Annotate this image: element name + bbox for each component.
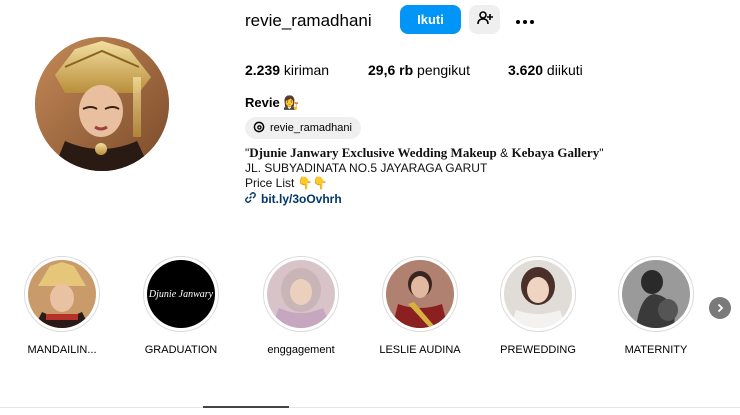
followers-count[interactable]: 29,6 rb pengikut: [368, 61, 470, 79]
highlight-thumbnail: [504, 260, 572, 328]
threads-badge[interactable]: revie_ramadhani: [245, 117, 361, 139]
highlight-item[interactable]: LESLIE AUDINA: [375, 256, 465, 357]
profile-bio: "Djunie Janwary Exclusive Wedding Makeup…: [245, 145, 715, 207]
add-person-icon: [476, 10, 493, 29]
profile-username: revie_ramadhani: [245, 11, 372, 30]
follow-button[interactable]: Ikuti: [400, 5, 461, 34]
more-options-button[interactable]: [512, 8, 538, 32]
highlight-label: LESLIE AUDINA: [379, 344, 461, 356]
highlight-item[interactable]: PREWEDDING: [493, 256, 583, 357]
highlight-label: MATERNITY: [624, 344, 688, 356]
highlight-thumbnail: [622, 260, 690, 328]
threads-icon: [253, 121, 265, 136]
highlight-label: MANDAILIN...: [27, 344, 97, 356]
threads-handle: revie_ramadhani: [270, 122, 352, 134]
bio-line-pricelist: Price List 👇👇: [245, 176, 328, 190]
suggest-accounts-button[interactable]: [469, 5, 500, 34]
highlight-item[interactable]: Djunie Janwary GRADUATION: [136, 256, 226, 357]
highlight-logo-text: Djunie Janwary: [148, 288, 214, 300]
highlight-label: enggagement: [267, 344, 335, 356]
bio-line-address: JL. SUBYADINATA NO.5 JAYARAGA GARUT: [245, 161, 488, 175]
following-count[interactable]: 3.620 diikuti: [508, 61, 583, 79]
highlight-thumbnail: [28, 260, 96, 328]
link-icon: [245, 192, 256, 207]
more-options-icon: [515, 13, 535, 28]
tabs-divider: [0, 407, 740, 408]
highlight-item[interactable]: MANDAILIN...: [17, 256, 107, 357]
chevron-right-icon: [715, 301, 725, 316]
bio-link[interactable]: bit.ly/3oOvhrh: [245, 192, 715, 207]
posts-count: 2.239 kiriman: [245, 62, 330, 78]
highlight-item[interactable]: MATERNITY: [611, 256, 701, 357]
highlight-label: PREWEDDING: [500, 344, 576, 356]
profile-avatar[interactable]: [35, 37, 169, 171]
highlight-thumbnail: Djunie Janwary: [147, 260, 215, 328]
active-tab-indicator: [203, 406, 289, 408]
highlight-thumbnail: [386, 260, 454, 328]
profile-fullname: Revie 👩‍⚖️: [245, 95, 300, 110]
highlights-next-button[interactable]: [709, 297, 731, 319]
highlight-label: GRADUATION: [144, 344, 218, 356]
highlight-thumbnail: [267, 260, 335, 328]
highlight-item[interactable]: enggagement: [256, 256, 346, 357]
bio-line-brand: "Djunie Janwary Exclusive Wedding Makeup…: [245, 145, 604, 160]
